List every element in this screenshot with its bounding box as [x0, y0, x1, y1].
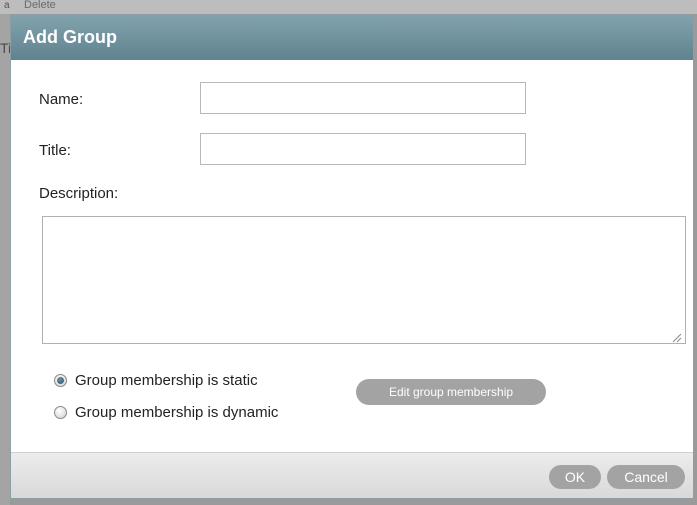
title-input[interactable]: [200, 133, 526, 165]
edit-group-membership-button[interactable]: Edit group membership: [356, 379, 546, 405]
static-radio-label: Group membership is static: [75, 371, 258, 389]
background-delete-link: Delete: [24, 0, 56, 11]
dynamic-membership-option[interactable]: Group membership is dynamic: [54, 401, 278, 423]
description-label: Description:: [39, 185, 119, 202]
name-input[interactable]: [200, 82, 526, 114]
cancel-button[interactable]: Cancel: [607, 465, 685, 489]
title-label: Title:: [39, 142, 71, 159]
static-radio-button[interactable]: [54, 373, 67, 387]
background-bullet: a: [4, 0, 10, 11]
static-membership-option[interactable]: Group membership is static: [54, 369, 258, 391]
background-toolbar: a Delete: [0, 0, 697, 14]
dialog-titlebar[interactable]: Add Group: [11, 15, 693, 60]
description-textarea[interactable]: [42, 216, 686, 344]
ok-button[interactable]: OK: [549, 465, 601, 489]
add-group-dialog: Add Group Name: Title: Description: Grou…: [10, 14, 694, 499]
dialog-footer: OK Cancel: [11, 452, 693, 498]
dynamic-radio-button[interactable]: [54, 405, 67, 419]
resize-grip-icon[interactable]: [672, 333, 682, 343]
background-left-panel: Ti: [0, 14, 11, 505]
dialog-title: Add Group: [23, 27, 117, 47]
name-label: Name:: [39, 91, 84, 108]
dynamic-radio-label: Group membership is dynamic: [75, 403, 279, 421]
